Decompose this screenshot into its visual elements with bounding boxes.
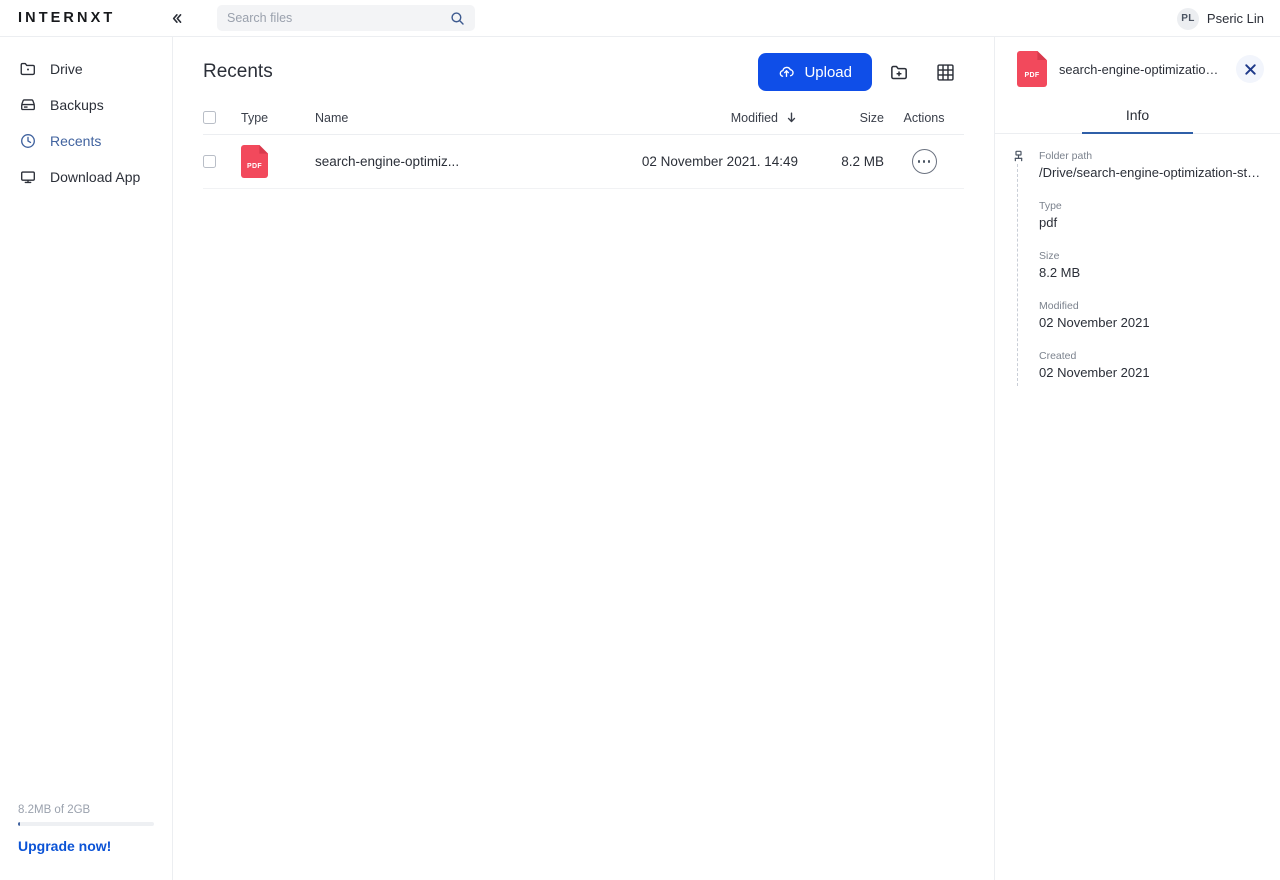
field-value: 8.2 MB bbox=[1039, 265, 1264, 280]
sidebar: Drive Backups bbox=[0, 37, 173, 880]
row-name-cell[interactable]: search-engine-optimiz... bbox=[307, 154, 598, 169]
sidebar-item-drive[interactable]: Drive bbox=[0, 51, 172, 87]
close-icon bbox=[1243, 62, 1258, 77]
panel-pdf-file-icon: PDF bbox=[1017, 51, 1047, 87]
body-area: Drive Backups bbox=[0, 37, 1280, 880]
sidebar-item-backups[interactable]: Backups bbox=[0, 87, 172, 123]
column-header-type[interactable]: Type bbox=[241, 111, 307, 125]
tab-info[interactable]: Info bbox=[1082, 101, 1193, 133]
clock-icon bbox=[18, 132, 37, 151]
folder-plus-icon bbox=[889, 62, 910, 83]
panel-tabs: Info bbox=[995, 101, 1280, 134]
sidebar-nav: Drive Backups bbox=[0, 51, 172, 195]
sidebar-item-label: Download App bbox=[50, 169, 140, 185]
table-row[interactable]: PDF search-engine-optimiz... 02 November… bbox=[203, 135, 964, 189]
panel-close-button[interactable] bbox=[1236, 55, 1264, 83]
column-header-modified-label: Modified bbox=[731, 111, 778, 125]
pdf-file-icon: PDF bbox=[241, 145, 268, 178]
field-label: Type bbox=[1039, 200, 1264, 212]
field-created: Created 02 November 2021 bbox=[1017, 350, 1264, 380]
main-header: Recents Upload bbox=[203, 37, 964, 101]
sidebar-item-download-app[interactable]: Download App bbox=[0, 159, 172, 195]
top-bar: INTERNXT PL Pseric Lin bbox=[0, 0, 1280, 37]
table-header-row: Type Name Modified Size Actions bbox=[203, 101, 964, 135]
sitemap-icon bbox=[1011, 149, 1025, 163]
column-header-size[interactable]: Size bbox=[798, 111, 884, 125]
search-input[interactable] bbox=[227, 11, 450, 25]
folder-icon bbox=[18, 60, 37, 79]
field-label: Size bbox=[1039, 250, 1264, 262]
field-modified: Modified 02 November 2021 bbox=[1017, 300, 1264, 330]
field-folder-path: Folder path /Drive/search-engine-optimiz… bbox=[1017, 150, 1264, 180]
row-type-cell: PDF bbox=[241, 145, 307, 178]
avatar: PL bbox=[1177, 8, 1199, 30]
row-modified-cell: 02 November 2021. 14:49 bbox=[598, 154, 798, 169]
field-value: pdf bbox=[1039, 215, 1264, 230]
sidebar-item-label: Backups bbox=[50, 97, 104, 113]
field-label: Created bbox=[1039, 350, 1264, 362]
app-root: INTERNXT PL Pseric Lin bbox=[0, 0, 1280, 880]
select-all-cell bbox=[203, 111, 241, 124]
panel-header: PDF search-engine-optimization-s... bbox=[995, 37, 1280, 101]
storage-usage-text: 8.2MB of 2GB bbox=[18, 804, 154, 816]
sidebar-collapse-icon[interactable] bbox=[163, 5, 189, 31]
panel-pdf-icon-label: PDF bbox=[1017, 72, 1047, 79]
user-name: Pseric Lin bbox=[1207, 11, 1264, 26]
storage-progress-bar bbox=[18, 822, 154, 826]
column-header-name[interactable]: Name bbox=[307, 111, 598, 125]
upgrade-now-link[interactable]: Upgrade now! bbox=[18, 838, 154, 854]
panel-filename: search-engine-optimization-s... bbox=[1059, 62, 1224, 77]
main-content: Recents Upload bbox=[173, 37, 994, 880]
user-menu[interactable]: PL Pseric Lin bbox=[1177, 0, 1264, 37]
sidebar-item-label: Drive bbox=[50, 61, 83, 77]
search-box[interactable] bbox=[217, 5, 475, 31]
storage-section: 8.2MB of 2GB Upgrade now! bbox=[0, 804, 172, 880]
hard-drive-icon bbox=[18, 96, 37, 115]
sidebar-item-label: Recents bbox=[50, 133, 101, 149]
grid-view-button[interactable] bbox=[926, 53, 964, 91]
file-info-panel: PDF search-engine-optimization-s... Info bbox=[994, 37, 1280, 880]
row-checkbox[interactable] bbox=[203, 155, 216, 168]
select-all-checkbox[interactable] bbox=[203, 111, 216, 124]
new-folder-button[interactable] bbox=[880, 53, 918, 91]
column-header-modified[interactable]: Modified bbox=[598, 111, 798, 125]
header-actions: Upload bbox=[758, 53, 964, 91]
upload-cloud-icon bbox=[778, 64, 795, 81]
field-label: Folder path bbox=[1039, 150, 1264, 162]
brand-name: INTERNXT bbox=[18, 10, 115, 26]
files-table: Type Name Modified Size Actions bbox=[203, 101, 964, 189]
field-value: 02 November 2021 bbox=[1039, 365, 1264, 380]
field-type: Type pdf bbox=[1017, 200, 1264, 230]
monitor-icon bbox=[18, 168, 37, 187]
search-icon[interactable] bbox=[450, 11, 465, 26]
upload-button[interactable]: Upload bbox=[758, 53, 872, 91]
field-value: 02 November 2021 bbox=[1039, 315, 1264, 330]
field-label: Modified bbox=[1039, 300, 1264, 312]
grid-icon bbox=[935, 62, 956, 83]
row-more-actions-button[interactable] bbox=[912, 149, 937, 174]
sidebar-item-recents[interactable]: Recents bbox=[0, 123, 172, 159]
sort-arrow-down-icon bbox=[785, 111, 798, 124]
field-value: /Drive/search-engine-optimization-star..… bbox=[1039, 165, 1264, 180]
pdf-icon-label: PDF bbox=[241, 163, 268, 170]
brand-logo: INTERNXT bbox=[0, 10, 173, 26]
field-size: Size 8.2 MB bbox=[1017, 250, 1264, 280]
page-title: Recents bbox=[203, 61, 273, 83]
row-actions-cell bbox=[884, 149, 964, 174]
upload-button-label: Upload bbox=[804, 64, 852, 81]
row-select-cell bbox=[203, 155, 241, 168]
panel-fields: Folder path /Drive/search-engine-optimiz… bbox=[995, 134, 1280, 400]
row-size-cell: 8.2 MB bbox=[798, 154, 884, 169]
storage-progress-fill bbox=[18, 822, 20, 826]
column-header-actions: Actions bbox=[884, 111, 964, 125]
